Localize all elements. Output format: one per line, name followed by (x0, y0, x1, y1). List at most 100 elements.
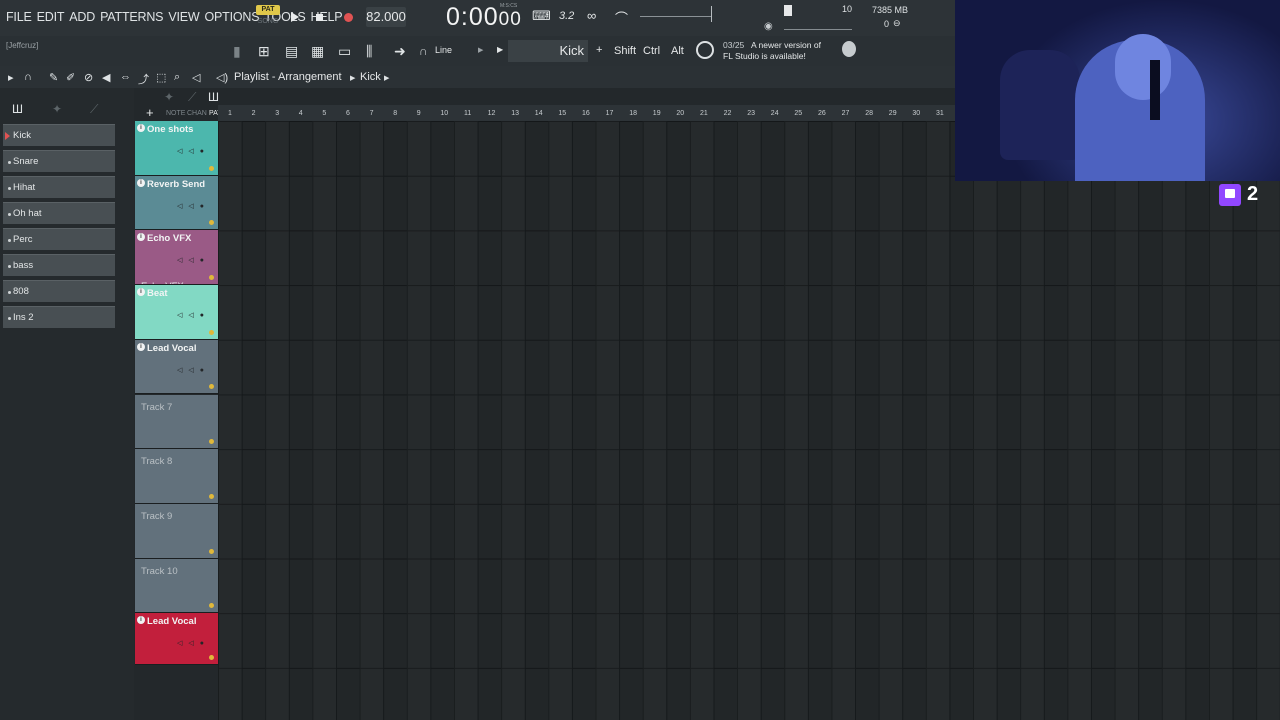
pattern-clip-icon[interactable]: Ш (208, 90, 219, 104)
track-info-icon[interactable]: i (137, 342, 145, 351)
picker-item-bass[interactable]: bass (3, 254, 115, 276)
track-controls-icon[interactable]: ◁◁● (177, 639, 210, 647)
track-info-icon[interactable]: i (137, 124, 145, 132)
chevron-right-icon[interactable]: ▶ (478, 46, 483, 54)
picker-item-kick[interactable]: Kick (3, 124, 115, 146)
mixer-icon[interactable]: ▭ (338, 43, 351, 60)
magnet-icon[interactable]: ∩ (419, 44, 428, 58)
zoom-tool-icon[interactable]: ⌕ (174, 71, 180, 84)
loop-record-icon[interactable]: ∞ (587, 8, 596, 23)
pin-icon[interactable]: ▮ (233, 43, 241, 60)
track-controls-icon[interactable]: ◁◁● (177, 256, 210, 264)
fl-studio-logo-icon[interactable] (842, 41, 856, 57)
chan-tab[interactable]: CHAN (187, 110, 207, 117)
track-header[interactable]: i ◁◁● One shots (135, 121, 218, 176)
metronome-icon[interactable]: ⌒ (615, 8, 628, 27)
piano-roll-tab-icon[interactable]: Ш (12, 102, 23, 116)
track-header[interactable]: i ◁◁● Reverb Send (135, 175, 218, 231)
track-resize-icon[interactable] (209, 275, 214, 281)
track-resize-icon[interactable] (209, 655, 214, 661)
track-controls-icon[interactable]: ◁◁● (177, 311, 210, 319)
track-resize-icon[interactable] (209, 548, 214, 554)
audio-tab-icon[interactable]: ✦ (52, 102, 62, 116)
track-resize-icon[interactable] (209, 165, 214, 171)
shift-key-button[interactable]: Shift (614, 45, 636, 57)
picker-item-snare[interactable]: Snare (3, 150, 115, 172)
track-header[interactable]: Track 7 (135, 394, 218, 450)
pat-song-toggle[interactable]: PAT SONG (256, 5, 280, 29)
add-track-button[interactable]: + (146, 105, 154, 120)
select-tool-icon[interactable]: ⬚ (156, 71, 166, 84)
draw-tool-icon[interactable]: ✎ (49, 71, 58, 84)
playlist-icon[interactable]: ⊞ (258, 43, 270, 60)
picker-item-hihat[interactable]: Hihat (3, 176, 115, 198)
track-resize-icon[interactable] (209, 329, 214, 335)
track-resize-icon[interactable] (209, 603, 214, 609)
track-info-icon[interactable]: i (137, 288, 145, 297)
plugin-picker-icon[interactable]: ⫼ (366, 43, 372, 60)
playback-tool-icon[interactable]: ◁ (192, 71, 200, 84)
keyboard-typing-icon[interactable]: ⌨ (532, 8, 551, 24)
track-header[interactable]: i◁◁●Echo VFXEcho VFX (135, 230, 218, 286)
master-volume-handle[interactable] (711, 6, 712, 22)
picker-item-ins-2[interactable]: Ins 2 (3, 306, 115, 328)
slip-tool-icon[interactable]: ⇔ (120, 71, 131, 83)
track-controls-icon[interactable]: ◁◁● (177, 202, 210, 210)
add-pattern-button[interactable]: + (596, 44, 602, 56)
stop-icon[interactable] (313, 10, 327, 24)
tempo-display[interactable]: 82.000 (366, 7, 406, 27)
eye-icon[interactable]: ◉ (764, 21, 773, 32)
audio-clip-icon[interactable]: ✦ (164, 90, 174, 104)
track-resize-icon[interactable] (209, 493, 214, 499)
magnet-snap-icon[interactable]: ∩ (24, 71, 32, 83)
cpu-monitor: ◉ 10 (760, 4, 856, 32)
track-resize-icon[interactable] (209, 439, 214, 445)
picker-item-perc[interactable]: Perc (3, 228, 115, 250)
record-icon[interactable] (342, 10, 356, 24)
master-volume-slider[interactable] (640, 16, 712, 17)
paint-tool-icon[interactable]: ✐ (66, 71, 75, 84)
automation-clip-icon[interactable]: ⟋ (188, 90, 196, 105)
menu-view[interactable]: VIEW (168, 10, 199, 24)
picker-item-oh-hat[interactable]: Oh hat (3, 202, 115, 224)
track-header[interactable]: Track 9 (135, 503, 218, 559)
timeline-ruler[interactable]: 1 2 3 4 5 6 7 8 9 10 11 12 13 14 15 16 17 18 19 20 21 22 23 24 2… (218, 105, 955, 121)
track-header[interactable]: i ◁◁● Lead Vocal (135, 339, 218, 395)
menu-options[interactable]: OPTIONS (204, 10, 259, 24)
pattern-selector[interactable]: Kick (508, 40, 588, 62)
track-controls-icon[interactable]: ◁◁● (177, 147, 210, 155)
track-info-icon[interactable]: i (137, 178, 145, 187)
track-controls-icon[interactable]: ◁◁● (177, 366, 210, 374)
ruler-bar-number: 24 (770, 110, 779, 117)
slice-tool-icon[interactable]: ⤴ (138, 71, 149, 87)
track-header[interactable]: Track 8 (135, 449, 218, 504)
delete-tool-icon[interactable]: ⊘ (84, 71, 93, 84)
automation-tab-icon[interactable]: ⟋ (90, 102, 98, 117)
note-tab[interactable]: NOTE (166, 110, 185, 117)
pattern-arrow-icon[interactable]: ▶ (497, 45, 503, 54)
picker-item-808[interactable]: 808 (3, 280, 115, 302)
track-header[interactable]: i ◁◁● Lead Vocal (135, 613, 218, 666)
menu-edit[interactable]: EDIT (37, 10, 65, 24)
speaker-icon[interactable]: ◁) (216, 71, 228, 84)
ctrl-key-button[interactable]: Ctrl (643, 45, 660, 57)
arrow-right-icon[interactable]: ➜ (394, 43, 406, 60)
step-edit-icon[interactable]: 3.2 (559, 10, 574, 22)
track-header[interactable]: Track 10 (135, 558, 218, 614)
snap-selector[interactable]: Line (435, 45, 452, 55)
track-header[interactable]: i ◁◁● Beat (135, 285, 218, 340)
channel-rack-icon[interactable]: ▤ (285, 43, 298, 60)
piano-roll-icon[interactable]: ▦ (311, 43, 324, 60)
mute-tool-icon[interactable]: ◀ (102, 71, 110, 84)
menu-add[interactable]: ADD (69, 10, 95, 24)
playlist-menu-arrow-icon[interactable]: ▸ (8, 71, 14, 84)
track-info-icon[interactable]: i (137, 616, 145, 625)
track-resize-icon[interactable] (209, 384, 214, 390)
track-resize-icon[interactable] (209, 220, 214, 226)
playlist-pattern-name: Kick (360, 71, 381, 83)
menu-file[interactable]: FILE (6, 10, 32, 24)
menu-patterns[interactable]: PATTERNS (100, 10, 163, 24)
play-icon[interactable] (289, 10, 303, 24)
track-info-icon[interactable]: i (137, 233, 145, 242)
alt-key-button[interactable]: Alt (671, 45, 684, 57)
